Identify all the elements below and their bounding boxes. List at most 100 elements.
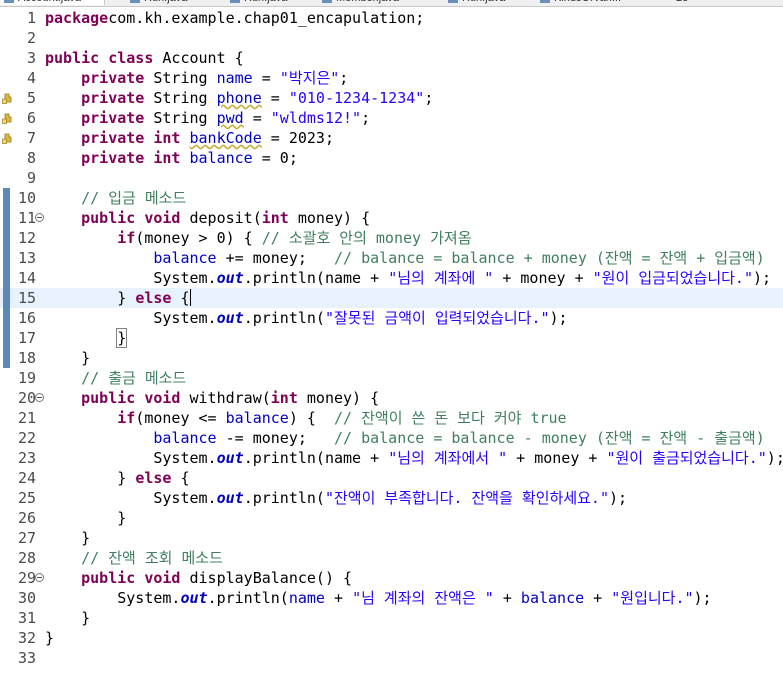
code-line[interactable]: 23 System.out.println(name + "님의 계좌에서 " … [0, 448, 783, 468]
code-token: = 2023; [261, 129, 334, 147]
line-number: 11 [17, 209, 36, 227]
code-line[interactable]: 6 private String pwd = "wldms12!"; [0, 108, 783, 128]
code-line[interactable]: 20 public void withdraw(int money) { [0, 388, 783, 408]
tab-4[interactable]: Run.java [448, 0, 505, 5]
kw-token: else [135, 469, 172, 487]
line-number: 31 [17, 609, 36, 627]
code-token: } [45, 349, 91, 367]
line-number: 1 [26, 9, 36, 27]
line-number: 19 [17, 369, 36, 387]
code-text: // 출금 메소드 [45, 368, 186, 388]
cm-token: // 잔액이 쓴 돈 보다 커야 true [334, 409, 567, 427]
tab-1[interactable]: Run.java [130, 0, 187, 5]
code-line[interactable]: 31 } [0, 608, 783, 628]
code-token: ; [339, 69, 349, 87]
line-number: 18 [17, 349, 36, 367]
str-token: "wldms12!" [270, 109, 362, 127]
code-line[interactable]: 30 System.out.println(name + "님 계좌의 잔액은 … [0, 588, 783, 608]
code-token: } [45, 609, 91, 627]
kw-token: public class [45, 49, 154, 67]
code-line[interactable]: 9 [0, 168, 783, 188]
code-line[interactable]: 3 public class Account { [0, 48, 783, 68]
line-number: 10 [17, 189, 36, 207]
code-line[interactable]: 15 } else { [0, 288, 783, 308]
code-line[interactable]: 7 private int bankCode = 2023; [0, 128, 783, 148]
fold-collapse-icon[interactable] [35, 213, 44, 222]
code-line[interactable]: 17 } [0, 328, 783, 348]
field-token: pwd [216, 109, 244, 127]
code-token: String [144, 89, 217, 107]
code-text: System.out.println(name + "님 계좌의 잔액은 " +… [45, 588, 712, 608]
code-line[interactable]: 19 // 출금 메소드 [0, 368, 783, 388]
code-line[interactable]: 25 System.out.println("잔액이 부족합니다. 잔액을 확인… [0, 488, 783, 508]
code-line[interactable]: 12 if(money > 0) { // 소괄호 안의 money 가져옴 [0, 228, 783, 248]
tab-label: Account.java [18, 0, 81, 4]
code-line[interactable]: 11 public void deposit(int money) { [0, 208, 783, 228]
code-line[interactable]: 21 if(money <= balance) { // 잔액이 쓴 돈 보다 … [0, 408, 783, 428]
kw-token: package [45, 9, 109, 27]
code-line[interactable]: 27 } [0, 528, 783, 548]
code-token: ); [693, 589, 712, 607]
code-line[interactable]: 33 [0, 648, 783, 668]
fold-collapse-icon[interactable] [35, 573, 44, 582]
tab-5[interactable]: KindsOfVari... [540, 0, 621, 5]
str-token: "잔액이 부족합니다. 잔액을 확인하세요." [324, 489, 609, 507]
code-token: } [45, 469, 136, 487]
code-text: } [45, 628, 54, 648]
tab-label: Member.java [336, 0, 399, 4]
code-line[interactable]: 22 balance -= money; // balance = balanc… [0, 428, 783, 448]
code-line[interactable]: 32} [0, 628, 783, 648]
code-line[interactable]: 28 // 잔액 조회 메소드 [0, 548, 783, 568]
tab-3[interactable]: Member.java [322, 0, 399, 5]
code-line[interactable]: 2 [0, 28, 783, 48]
str-token: "님 계좌의 잔액은 " [352, 589, 494, 607]
fold-collapse-icon[interactable] [35, 393, 44, 402]
code-token: (money > 0) { [135, 229, 262, 247]
code-text: public void withdraw(int money) { [45, 388, 379, 408]
code-text: private int bankCode = 2023; [45, 128, 334, 148]
tab-2[interactable]: Run.java [230, 0, 287, 5]
code-line[interactable]: 29 public void displayBalance() { [0, 568, 783, 588]
tab-6[interactable]: 28 [676, 0, 688, 5]
code-line[interactable]: 4 private String name = "박지은"; [0, 68, 783, 88]
line-number: 17 [17, 329, 36, 347]
code-token: } [45, 629, 55, 647]
code-token: } [45, 289, 136, 307]
st-token: out [180, 589, 208, 607]
code-token: (money <= [135, 409, 226, 427]
code-line[interactable]: 13 balance += money; // balance = balanc… [0, 248, 783, 268]
kw-token: private int [81, 129, 181, 147]
cm-token: // 잔액 조회 메소드 [81, 549, 223, 567]
code-line[interactable]: 16 System.out.println("잘못된 금액이 입력되었습니다."… [0, 308, 783, 328]
code-line[interactable]: 24 } else { [0, 468, 783, 488]
field-token: phone [216, 89, 262, 107]
cm-token: // balance = balance + money (잔액 = 잔액 + … [334, 249, 765, 267]
code-token: String [144, 109, 217, 127]
code-token: + money + [493, 269, 593, 287]
code-line[interactable]: 18 } [0, 348, 783, 368]
code-line[interactable]: 8 private int balance = 0; [0, 148, 783, 168]
str-token: "잘못된 금액이 입력되었습니다." [324, 309, 550, 327]
code-line[interactable]: 10 // 입금 메소드 [0, 188, 783, 208]
code-line[interactable]: 5 private String phone = "010-1234-1234"… [0, 88, 783, 108]
code-editor[interactable]: 1 packagecom.kh.example.chap01_encapulati… [0, 8, 783, 681]
code-text: System.out.println(name + "님의 계좌에서 " + m… [45, 448, 783, 468]
st-token: out [216, 309, 244, 327]
code-line[interactable]: 26 } [0, 508, 783, 528]
code-line[interactable]: 1 packagecom.kh.example.chap01_encapulati… [0, 8, 783, 28]
code-line[interactable]: 14 System.out.println(name + "님의 계좌에 " +… [0, 268, 783, 288]
field-token: bankCode [189, 129, 262, 147]
close-tab-icon[interactable]: ✕ [89, 0, 98, 4]
tab-0[interactable]: Account.java ✕ [0, 0, 106, 5]
code-text: } [45, 348, 90, 368]
line-number: 12 [17, 229, 36, 247]
st-token: out [216, 489, 244, 507]
cm-token: // balance = balance - money (잔액 = 잔액 - … [334, 429, 765, 447]
fld-token: balance [153, 249, 217, 267]
